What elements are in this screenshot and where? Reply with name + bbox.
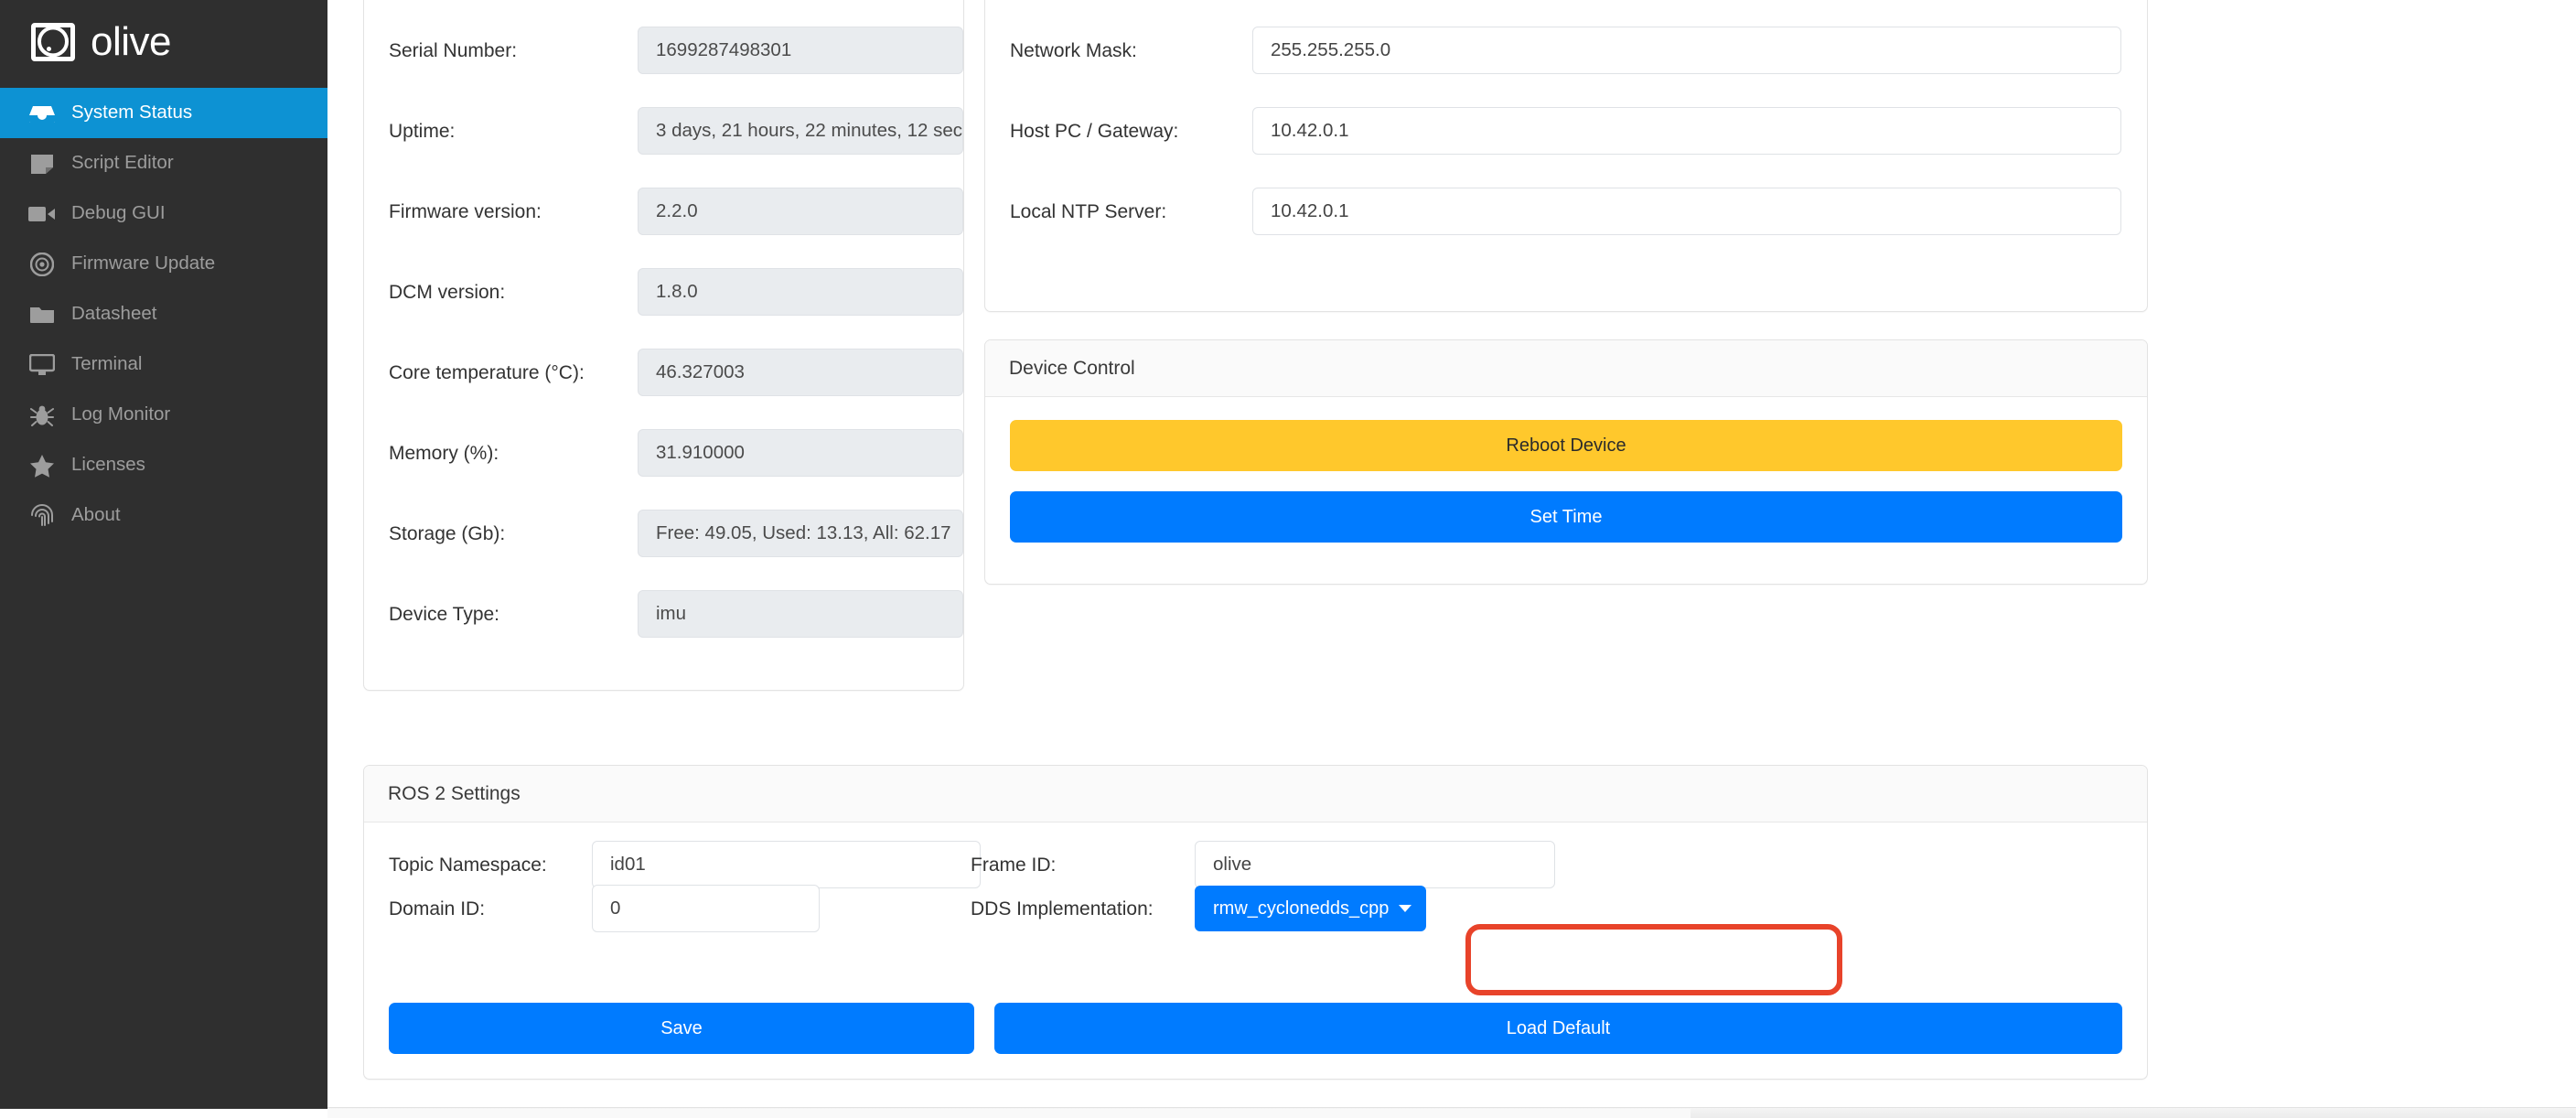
device-info-value: 1.8.0 [638, 268, 963, 316]
topic-namespace-label: Topic Namespace: [389, 854, 547, 876]
fingerprint-icon [27, 503, 57, 528]
horizontal-scrollbar[interactable] [327, 1107, 2576, 1118]
frame-id-label: Frame ID: [971, 854, 1057, 876]
device-info-label: Memory (%): [389, 442, 499, 464]
ros2-settings-card: ROS 2 Settings Topic Namespace: id01 Fra… [363, 765, 2148, 1080]
network-label: Host PC / Gateway: [1010, 120, 1179, 142]
sidebar-item-script-editor[interactable]: Script Editor [0, 138, 327, 188]
gateway-input[interactable]: 10.42.0.1 [1252, 107, 2121, 155]
device-info-value: 46.327003 [638, 349, 963, 396]
video-camera-icon [27, 202, 57, 226]
sidebar-item-label: Datasheet [71, 303, 157, 325]
sidebar-item-label: Terminal [71, 353, 143, 375]
chevron-down-icon [1399, 905, 1412, 912]
network-label: Network Mask: [1010, 39, 1137, 61]
domain-id-input[interactable]: 0 [592, 885, 820, 932]
olive-lens-logo-icon [31, 23, 75, 61]
device-control-card: Device Control Reboot Device Set Time [984, 339, 2148, 585]
network-mask-input[interactable]: 255.255.255.0 [1252, 27, 2121, 74]
device-info-value: Free: 49.05, Used: 13.13, All: 62.17 [638, 510, 963, 557]
brand-logo[interactable]: olive [0, 0, 327, 84]
device-info-label: Firmware version: [389, 200, 542, 222]
horizontal-scrollbar-thumb[interactable] [327, 1109, 1690, 1118]
sidebar-item-licenses[interactable]: Licenses [0, 440, 327, 490]
sidebar-item-label: Script Editor [71, 152, 174, 174]
device-info-label: Core temperature (°C): [389, 361, 585, 383]
sidebar-item-label: Debug GUI [71, 202, 166, 224]
network-label: Local NTP Server: [1010, 200, 1167, 222]
sidebar-item-label: Licenses [71, 454, 145, 476]
folder-icon [27, 303, 57, 327]
sidebar-item-system-status[interactable]: System Status [0, 88, 327, 138]
ntp-server-input[interactable]: 10.42.0.1 [1252, 188, 2121, 235]
device-info-value: 1699287498301 [638, 27, 963, 74]
dds-implementation-label: DDS Implementation: [971, 898, 1154, 919]
sidebar-item-terminal[interactable]: Terminal [0, 339, 327, 390]
save-button[interactable]: Save [389, 1003, 974, 1054]
domain-id-label: Domain ID: [389, 898, 486, 919]
compact-disc-icon [27, 252, 57, 276]
ros2-settings-title: ROS 2 Settings [364, 766, 2147, 822]
device-info-value: imu [638, 590, 963, 638]
device-info-value: 31.910000 [638, 429, 963, 477]
sidebar-nav: System Status Script Editor Debug GUI Fi… [0, 88, 327, 541]
device-info-card: Serial Number: 1699287498301 Uptime: 3 d… [363, 0, 964, 691]
device-info-value: 3 days, 21 hours, 22 minutes, 12 seconds [638, 107, 963, 155]
load-default-button[interactable]: Load Default [994, 1003, 2122, 1054]
brand-name: olive [91, 19, 172, 64]
desktop-icon [27, 353, 57, 377]
star-icon [27, 454, 57, 478]
device-info-value: 2.2.0 [638, 188, 963, 235]
set-time-button[interactable]: Set Time [1010, 491, 2122, 543]
sticky-note-icon [27, 152, 57, 176]
sidebar-item-about[interactable]: About [0, 490, 327, 541]
sidebar-item-debug-gui[interactable]: Debug GUI [0, 188, 327, 239]
app-root: olive System Status Script Editor Debug [0, 0, 2576, 1118]
main-content: Serial Number: 1699287498301 Uptime: 3 d… [327, 0, 2576, 1118]
sidebar-item-label: System Status [71, 102, 193, 124]
sidebar-item-label: Log Monitor [71, 403, 171, 425]
device-info-label: Uptime: [389, 120, 456, 142]
device-info-label: Storage (Gb): [389, 522, 506, 544]
inbox-icon [27, 102, 57, 125]
sidebar-item-datasheet[interactable]: Datasheet [0, 289, 327, 339]
reboot-device-button[interactable]: Reboot Device [1010, 420, 2122, 471]
sidebar-item-label: About [71, 504, 121, 526]
sidebar-item-firmware-update[interactable]: Firmware Update [0, 239, 327, 289]
device-info-label: Serial Number: [389, 39, 518, 61]
dds-implementation-dropdown[interactable]: rmw_cyclonedds_cpp [1195, 886, 1427, 931]
dds-implementation-value: rmw_cyclonedds_cpp [1213, 898, 1390, 919]
network-settings-card: Network Mask: 255.255.255.0 Host PC / Ga… [984, 0, 2148, 312]
device-info-label: Device Type: [389, 603, 500, 625]
sidebar-item-log-monitor[interactable]: Log Monitor [0, 390, 327, 440]
device-info-label: DCM version: [389, 281, 506, 303]
device-control-title: Device Control [985, 340, 2147, 397]
sidebar-item-label: Firmware Update [71, 253, 216, 274]
sidebar: olive System Status Script Editor Debug [0, 0, 327, 1109]
bug-icon [27, 403, 57, 427]
